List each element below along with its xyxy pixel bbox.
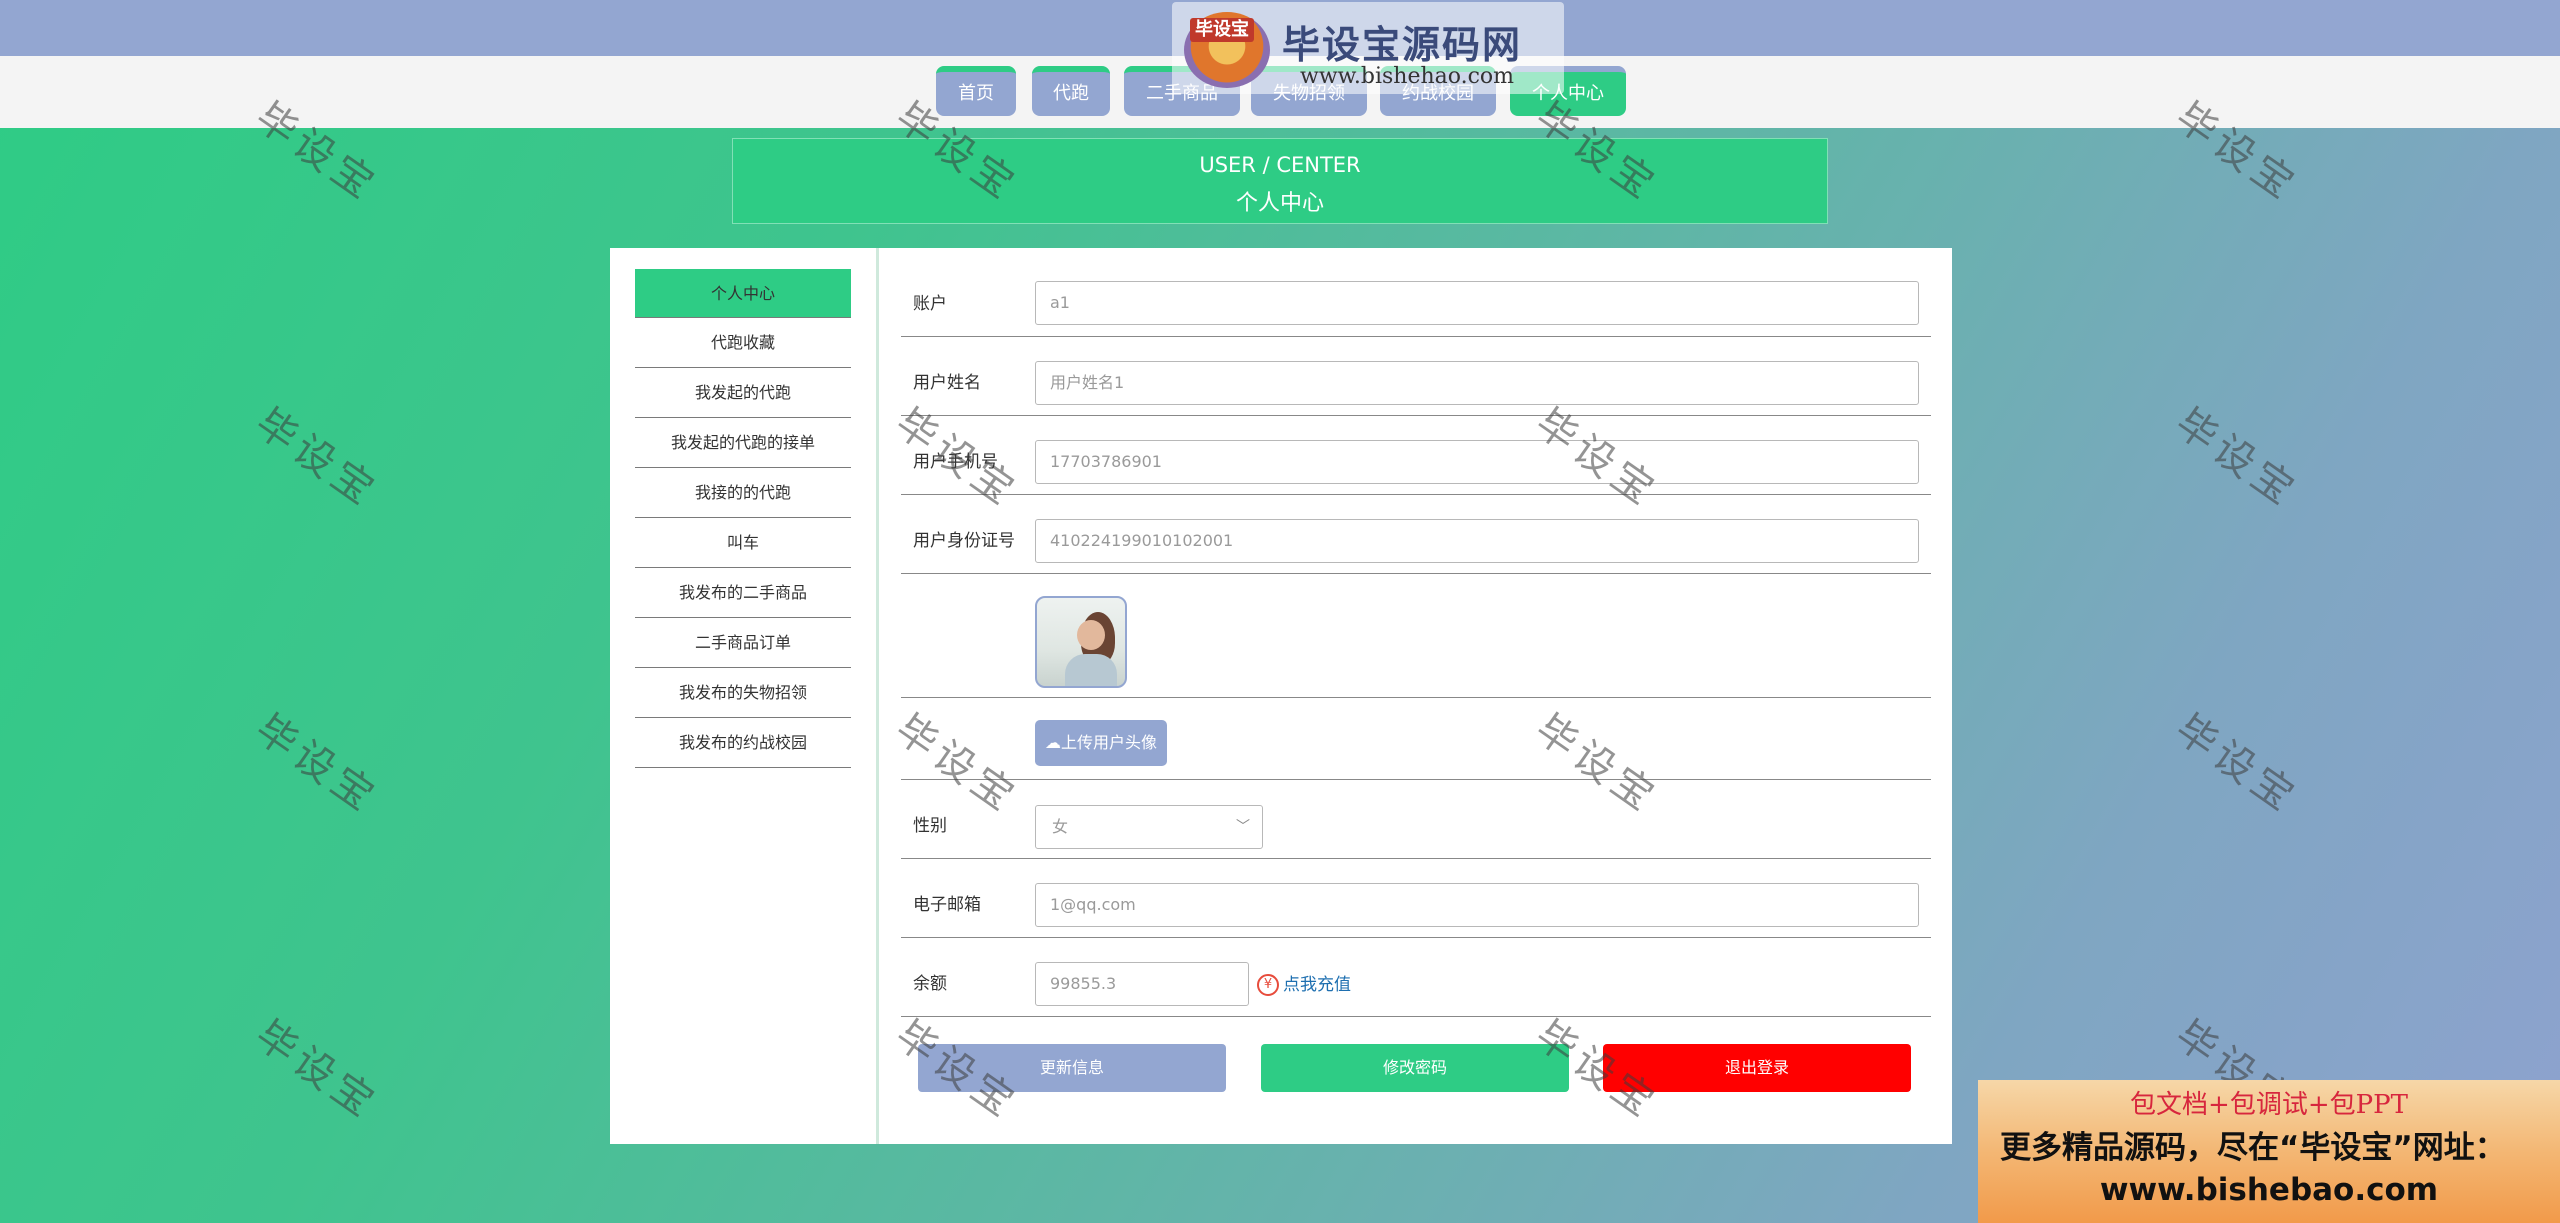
recharge-link[interactable]: ¥ 点我充值 (1257, 970, 1351, 996)
form-row-phone: 用户手机号 17703786901 (901, 416, 1931, 495)
logo-badge: 毕设宝 (1190, 18, 1254, 42)
email-input[interactable]: 1@qq.com (1035, 883, 1919, 927)
gender-label: 性别 (913, 816, 947, 836)
panel-divider (876, 248, 879, 1144)
idcard-input[interactable]: 410224199010102001 (1035, 519, 1919, 563)
form-row-account: 账户 a1 (901, 248, 1931, 337)
sidebar-menu: 个人中心 代跑收藏 我发起的代跑 我发起的代跑的接单 我接的的代跑 叫车 我发布… (635, 269, 851, 768)
form-row-name: 用户姓名 用户姓名1 (901, 337, 1931, 416)
promo-banner: 包文档+包调试+包PPT 更多精品源码，尽在“毕设宝”网址： www.bishe… (1978, 1080, 2560, 1223)
watermark: 毕设宝 (246, 705, 387, 823)
promo-line-1: 包文档+包调试+包PPT (2130, 1090, 2408, 1120)
site-logo-overlay: 毕设宝 毕设宝源码网 www.bishehao.com (1172, 2, 1564, 94)
phone-label: 用户手机号 (913, 452, 998, 472)
account-label: 账户 (913, 294, 947, 314)
phone-input[interactable]: 17703786901 (1035, 440, 1919, 484)
form-row-avatar (901, 574, 1931, 698)
idcard-label: 用户身份证号 (913, 531, 1015, 551)
logo-url: www.bishehao.com (1300, 64, 1515, 89)
banner-title-zh: 个人中心 (1235, 191, 1324, 216)
cloud-upload-icon: ☁ (1044, 733, 1061, 752)
user-center-panel: 个人中心 代跑收藏 我发起的代跑 我发起的代跑的接单 我接的的代跑 叫车 我发布… (610, 248, 1952, 1144)
upload-avatar-label: 上传用户头像 (1060, 733, 1157, 752)
nav-item-errand[interactable]: 代跑 (1032, 66, 1110, 116)
logo-title: 毕设宝源码网 (1282, 23, 1523, 67)
form-row-upload: ☁上传用户头像 (901, 698, 1931, 780)
balance-input[interactable]: 99855.3 (1035, 962, 1249, 1006)
form-row-email: 电子邮箱 1@qq.com (901, 859, 1931, 938)
yen-coin-icon: ¥ (1257, 974, 1279, 996)
form-row-balance: 余额 99855.3 ¥ 点我充值 (901, 938, 1931, 1017)
recharge-label: 点我充值 (1283, 975, 1351, 995)
balance-label: 余额 (913, 974, 947, 994)
sidebar-item-my-errands[interactable]: 我发起的代跑 (635, 368, 851, 418)
update-info-button[interactable]: 更新信息 (918, 1044, 1226, 1092)
sidebar-item-user-center[interactable]: 个人中心 (635, 269, 851, 318)
gender-select[interactable]: 女 ﹀ (1035, 805, 1263, 849)
sidebar-item-errand-favorites[interactable]: 代跑收藏 (635, 318, 851, 368)
promo-line-3: www.bishebao.com (2099, 1172, 2439, 1208)
watermark: 毕设宝 (246, 1011, 387, 1129)
sidebar-item-my-campus-battle[interactable]: 我发布的约战校园 (635, 718, 851, 768)
sidebar-item-call-car[interactable]: 叫车 (635, 518, 851, 568)
form-row-gender: 性别 女 ﹀ (901, 780, 1931, 859)
promo-line-2: 更多精品源码，尽在“毕设宝”网址： (2000, 1130, 2506, 1166)
account-input[interactable]: a1 (1035, 281, 1919, 325)
sidebar-item-my-errand-orders[interactable]: 我发起的代跑的接单 (635, 418, 851, 468)
watermark: 毕设宝 (2166, 399, 2307, 517)
name-label: 用户姓名 (913, 373, 981, 393)
sidebar-item-my-secondhand[interactable]: 我发布的二手商品 (635, 568, 851, 618)
email-label: 电子邮箱 (913, 895, 981, 915)
logout-button[interactable]: 退出登录 (1603, 1044, 1911, 1092)
form-row-idcard: 用户身份证号 410224199010102001 (901, 495, 1931, 574)
sidebar-item-secondhand-orders[interactable]: 二手商品订单 (635, 618, 851, 668)
name-input[interactable]: 用户姓名1 (1035, 361, 1919, 405)
gender-value: 女 (1052, 817, 1069, 836)
upload-avatar-button[interactable]: ☁上传用户头像 (1035, 720, 1167, 766)
chevron-down-icon: ﹀ (1236, 819, 1250, 835)
watermark: 毕设宝 (246, 399, 387, 517)
sidebar-item-my-lost-found[interactable]: 我发布的失物招领 (635, 668, 851, 718)
avatar-image (1035, 596, 1127, 688)
page-banner: USER / CENTER 个人中心 (732, 138, 1828, 224)
sidebar-item-accepted-errands[interactable]: 我接的的代跑 (635, 468, 851, 518)
change-password-button[interactable]: 修改密码 (1261, 1044, 1569, 1092)
nav-item-home[interactable]: 首页 (936, 66, 1016, 116)
watermark: 毕设宝 (2166, 705, 2307, 823)
banner-title-en: USER / CENTER (1199, 153, 1361, 177)
